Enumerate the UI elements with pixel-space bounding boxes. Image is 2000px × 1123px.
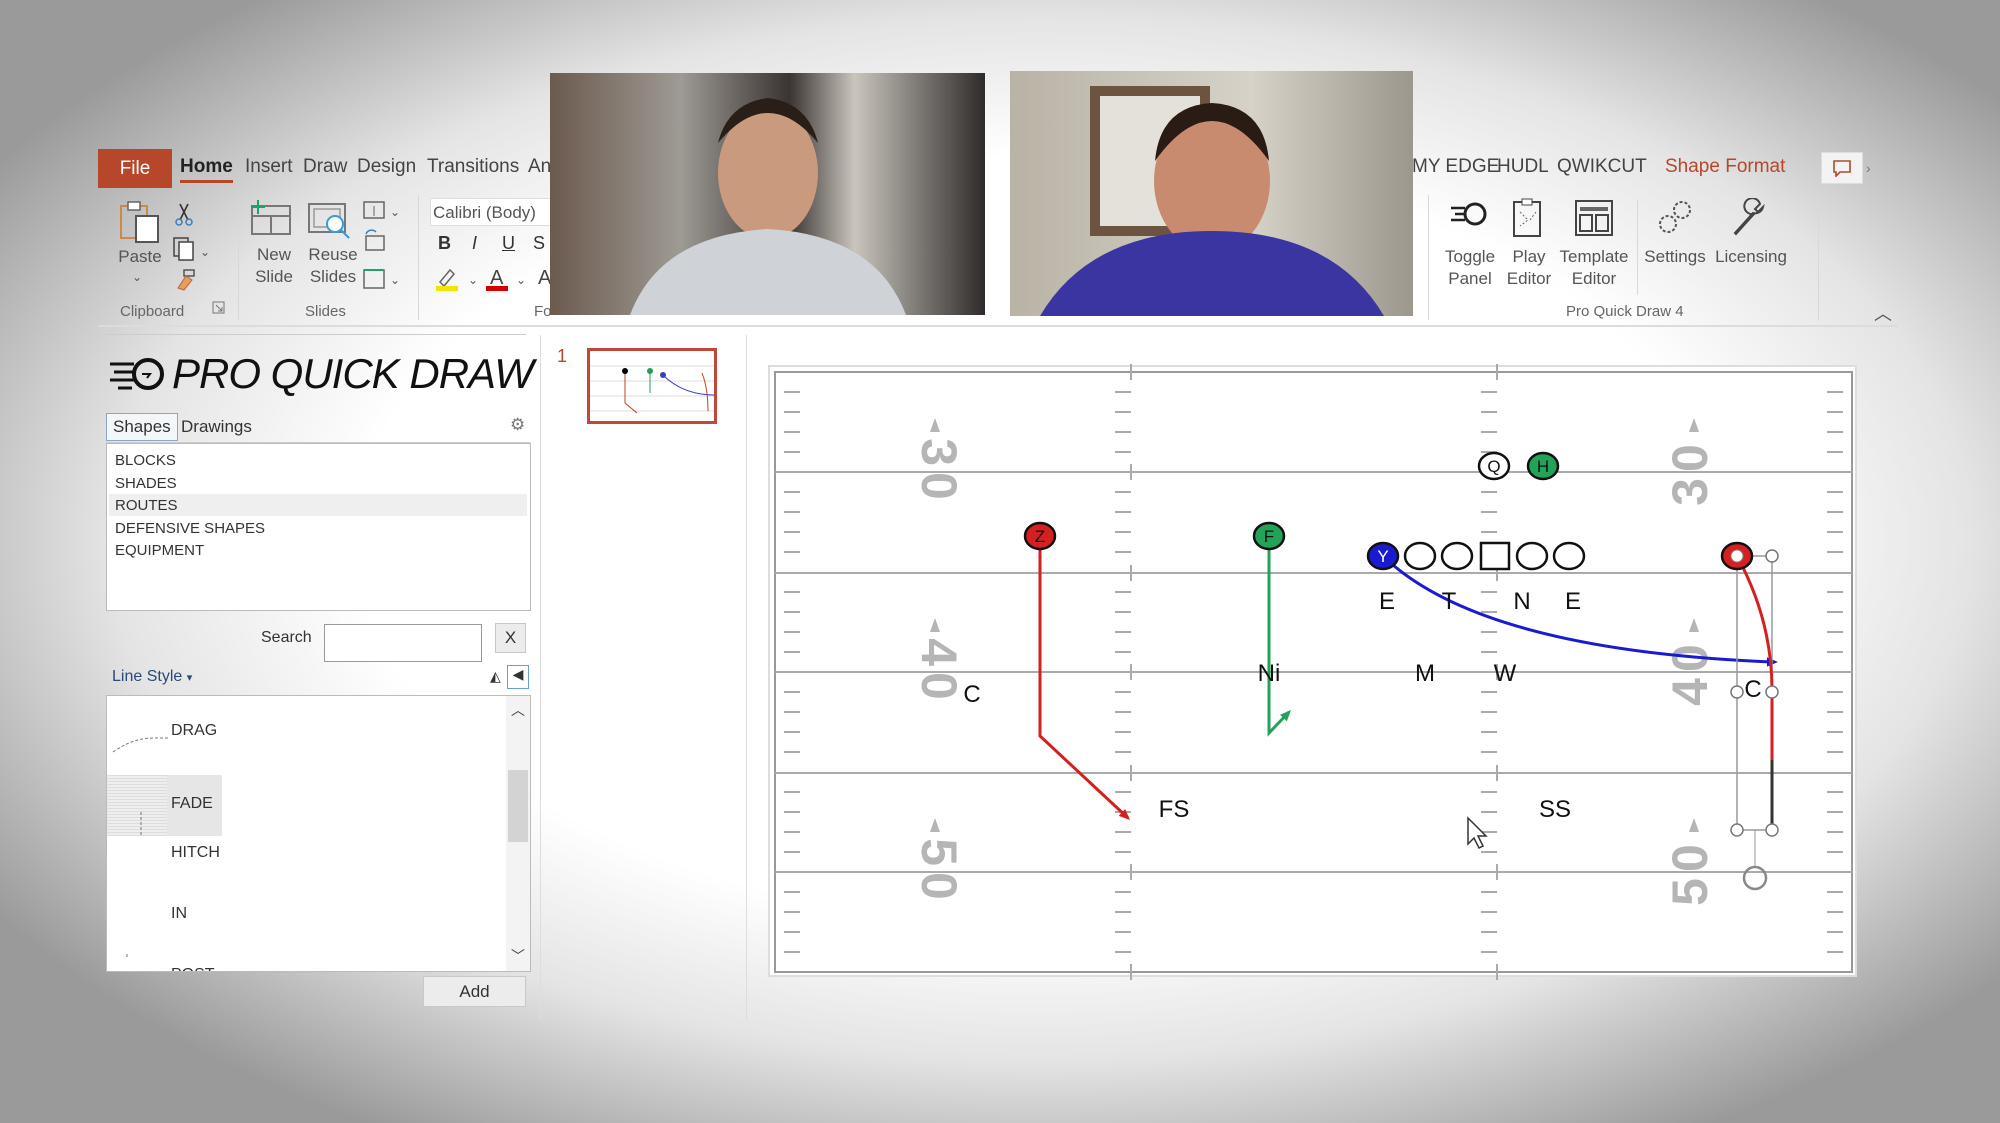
player-label: Z (1035, 527, 1045, 546)
play-diagram-field[interactable]: 30 30 40 40 50 50 Z F Y Q H E T N E Ni M W C C FS SS (0, 0, 2000, 1123)
defender-label[interactable]: W (1494, 660, 1517, 687)
player-label: F (1264, 527, 1274, 546)
center-lineman[interactable] (1479, 541, 1511, 571)
defender-label[interactable]: M (1415, 660, 1435, 687)
defender-label[interactable]: E (1379, 588, 1395, 615)
yard-number: 30 (1662, 438, 1718, 506)
lineman[interactable] (1515, 541, 1549, 571)
selection-handle[interactable] (1730, 549, 1744, 563)
player-label: Q (1487, 457, 1500, 476)
defender-label[interactable]: E (1565, 588, 1581, 615)
selection-handle[interactable] (1765, 549, 1779, 563)
player-label: Y (1377, 547, 1388, 566)
defender-label[interactable]: T (1442, 588, 1457, 615)
selection-handle[interactable] (1730, 823, 1744, 837)
yard-number: 30 (911, 438, 967, 506)
defender-label[interactable]: Ni (1258, 660, 1281, 687)
defender-label[interactable]: C (1744, 676, 1761, 703)
yard-number: 40 (911, 638, 967, 706)
yard-number: 40 (1662, 638, 1718, 706)
player-label: H (1537, 457, 1549, 476)
yard-number: 50 (1662, 838, 1718, 906)
lineman[interactable] (1552, 541, 1586, 571)
selection-handle[interactable] (1765, 685, 1779, 699)
lineman[interactable] (1403, 541, 1437, 571)
lineman[interactable] (1440, 541, 1474, 571)
selection-handle[interactable] (1765, 823, 1779, 837)
selection-handle[interactable] (1730, 685, 1744, 699)
defender-label[interactable]: C (963, 681, 980, 708)
defender-label[interactable]: FS (1159, 796, 1190, 823)
defender-label[interactable]: SS (1539, 796, 1571, 823)
yard-number: 50 (911, 838, 967, 906)
defender-label[interactable]: N (1513, 588, 1530, 615)
